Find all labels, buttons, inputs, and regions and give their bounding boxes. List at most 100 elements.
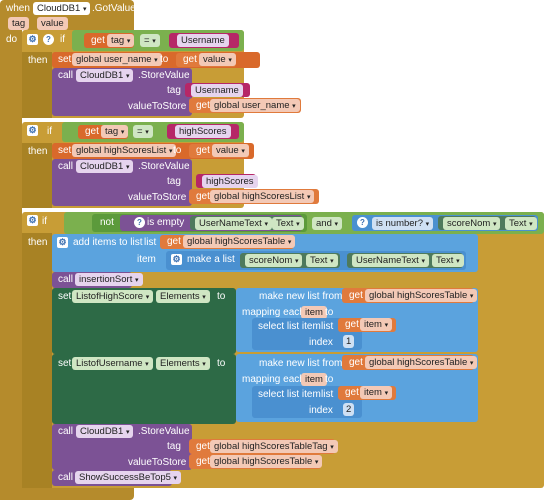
get-label: get — [196, 441, 210, 452]
property-dropdown[interactable]: Elements ▾ — [156, 357, 210, 370]
get-label: get — [349, 357, 363, 368]
to-label: to — [325, 374, 334, 385]
component-dropdown[interactable]: ListofUsername ▾ — [72, 357, 153, 370]
param-tag[interactable]: tag — [8, 17, 30, 30]
get-value-dropdown[interactable]: value ▾ — [199, 53, 236, 66]
component-dropdown[interactable]: CloudDB1 ▾ — [76, 69, 134, 82]
to-label: to — [173, 145, 182, 156]
get-user-name-dropdown[interactable]: global user_name ▾ — [210, 99, 300, 112]
tag-label: tag — [167, 441, 181, 452]
when-label: when — [6, 3, 30, 14]
help-icon[interactable]: ? — [357, 217, 368, 228]
get-label: get — [196, 191, 210, 202]
help-icon[interactable]: ? — [43, 34, 54, 45]
get-tag-dropdown[interactable]: tag ▾ — [101, 125, 129, 138]
mutator-gear-icon[interactable]: ⚙ — [171, 254, 182, 265]
set-var-dropdown[interactable]: global user_name ▾ — [72, 53, 162, 66]
get-label: get — [349, 290, 363, 301]
call-label: call — [58, 70, 74, 81]
eq-dropdown[interactable]: = ▾ — [140, 34, 160, 47]
set-label: set — [58, 145, 72, 156]
is-number-dropdown[interactable]: is number? ▾ — [372, 217, 434, 230]
to-label: to — [160, 54, 169, 65]
get-label: get — [345, 319, 359, 330]
not-label: not — [100, 217, 114, 228]
add-items-label: add items to list — [73, 237, 143, 248]
text-highscores-tag[interactable]: highScores — [202, 175, 258, 188]
component-dropdown[interactable]: ListofHighScore ▾ — [72, 290, 154, 303]
mutator-gear-icon[interactable]: ⚙ — [27, 125, 38, 136]
mutator-gear-icon[interactable]: ⚙ — [27, 215, 38, 226]
get-item-dropdown[interactable]: item ▾ — [360, 318, 393, 331]
to-label: to — [217, 358, 226, 369]
if-label: if — [42, 216, 47, 227]
property-dropdown[interactable]: Text ▾ — [505, 217, 537, 230]
get-item-dropdown[interactable]: item ▾ — [360, 386, 393, 399]
then-label: then — [28, 55, 48, 66]
get-value-dropdown[interactable]: value ▾ — [212, 144, 249, 157]
make-new-list-label: make new list from — [259, 358, 343, 369]
get-var-dropdown[interactable]: global highScoresTable ▾ — [365, 289, 478, 302]
text-username-tag[interactable]: Username — [191, 84, 243, 97]
if3-stripe — [22, 233, 52, 488]
index-value[interactable]: 2 — [343, 403, 355, 416]
text-username[interactable]: Username — [177, 34, 229, 47]
get-var-dropdown[interactable]: global highScoresTable ▾ — [365, 356, 478, 369]
tag-label: tag — [167, 176, 181, 187]
get-var-dropdown[interactable]: global highScoresTable ▾ — [210, 455, 323, 468]
mapping-each-label: mapping each — [242, 374, 305, 385]
get-label: get — [196, 100, 210, 111]
get-var-dropdown[interactable]: global highScoresTable ▾ — [183, 235, 296, 248]
set-var-dropdown[interactable]: global highScoresList ▾ — [72, 144, 177, 157]
help-icon[interactable]: ? — [134, 217, 145, 228]
component-dropdown[interactable]: UserNameText ▾ — [195, 217, 272, 230]
get-tag-dropdown[interactable]: tag ▾ — [107, 34, 135, 47]
component-dropdown[interactable]: CloudDB1 ▾ — [76, 160, 134, 173]
property-dropdown[interactable]: Text ▾ — [432, 254, 464, 267]
event-bottom — [0, 488, 60, 500]
tag-label: tag — [167, 85, 181, 96]
call-label: call — [58, 274, 74, 285]
get-highscoreslist-dropdown[interactable]: global highScoresList ▾ — [210, 190, 315, 203]
get-label: get — [196, 145, 210, 156]
eq-dropdown[interactable]: = ▾ — [133, 125, 153, 138]
procedure-dropdown[interactable]: ShowSuccessBeTop5 ▾ — [75, 471, 182, 484]
text-highscores[interactable]: highScores — [175, 125, 231, 138]
get-label: get — [85, 126, 99, 137]
mutator-gear-icon[interactable]: ⚙ — [27, 34, 38, 45]
index-value[interactable]: 1 — [343, 335, 355, 348]
component-dropdown[interactable]: CloudDB1 ▾ — [76, 425, 134, 438]
call-label: call — [58, 426, 74, 437]
valuetostore-label: valueToStore — [128, 101, 187, 112]
index-label: index — [309, 337, 333, 348]
is-empty-label: is empty — [147, 217, 185, 228]
select-list-item-label: select list item — [258, 321, 321, 332]
list-label: list — [144, 237, 157, 248]
method-name: .StoreValue — [138, 426, 190, 437]
property-dropdown[interactable]: Text ▾ — [306, 254, 338, 267]
item-label: item — [137, 254, 156, 265]
method-name: .StoreValue — [138, 161, 190, 172]
make-a-list-label: make a list — [187, 254, 235, 265]
get-label: get — [167, 236, 181, 247]
and-dropdown[interactable]: and ▾ — [312, 217, 343, 230]
make-new-list-label: make new list from — [259, 291, 343, 302]
do-label: do — [6, 34, 18, 45]
procedure-dropdown[interactable]: insertionSort ▾ — [75, 273, 143, 286]
mapping-var[interactable]: item — [301, 373, 327, 386]
component-dropdown[interactable]: scoreNom ▾ — [443, 217, 501, 230]
component-dropdown[interactable]: UserNameText ▾ — [352, 254, 429, 267]
list-label: list — [321, 389, 334, 400]
event-name: .GotValue — [92, 3, 136, 14]
property-dropdown[interactable]: Text ▾ — [272, 217, 304, 230]
get-var-dropdown[interactable]: global highScoresTableTag ▾ — [210, 440, 338, 453]
param-value[interactable]: value — [37, 17, 68, 30]
call-label: call — [58, 161, 74, 172]
then-label: then — [28, 237, 48, 248]
property-dropdown[interactable]: Elements ▾ — [156, 290, 210, 303]
set-label: set — [58, 291, 72, 302]
mutator-gear-icon[interactable]: ⚙ — [57, 237, 68, 248]
set-label: set — [58, 54, 72, 65]
component-dropdown[interactable]: scoreNom ▾ — [245, 254, 303, 267]
event-component-dropdown[interactable]: CloudDB1 ▾ — [33, 2, 91, 15]
